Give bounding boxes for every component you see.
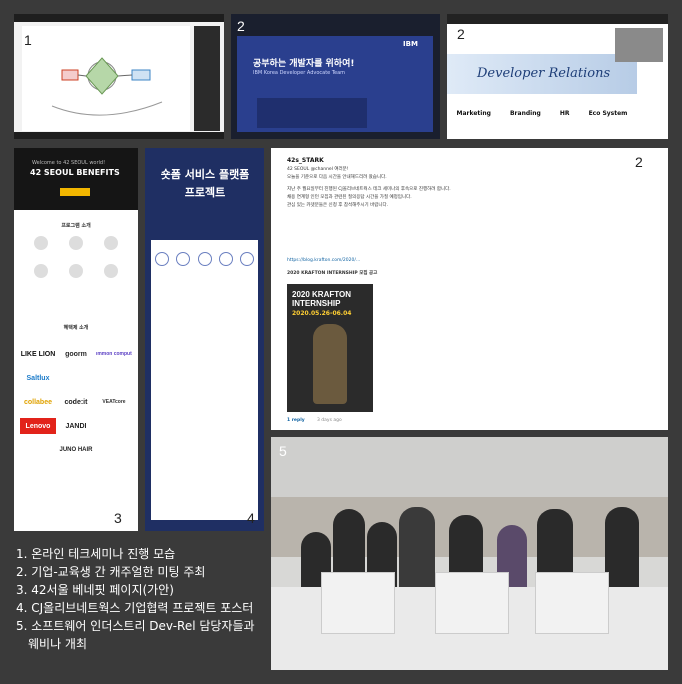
logo-goorm: goorm: [65, 350, 87, 358]
message-link[interactable]: https://blog.krafton.com/2020/...: [287, 258, 360, 263]
caption-4: 4. CJ올리브네트웍스 기업협력 프로젝트 포스터: [16, 601, 254, 615]
diagram-graphic: [51, 57, 163, 116]
panel-number: 1: [24, 32, 32, 48]
sponsor-heading: 혜택제 소개: [63, 325, 89, 331]
program-icon: [68, 236, 83, 250]
process-step-icon: [155, 252, 169, 266]
slide-subtitle: IBM Korea Developer Advocate Team: [253, 70, 346, 76]
slack-message: 42s_STARK 42 SEOUL @channel 여러분! 오늘을 기준으…: [271, 148, 668, 430]
tag-hr: HR: [559, 110, 570, 117]
poster-figure: [313, 324, 347, 404]
panel-number: 2: [237, 18, 245, 34]
monitor: [435, 572, 509, 634]
program-icon: [34, 264, 49, 278]
program-icon: [103, 264, 118, 278]
program-icon: [34, 236, 49, 250]
process-flow: [155, 252, 254, 266]
program-icon: [103, 236, 118, 250]
krafton-poster-image[interactable]: 2020 KRAFTON INTERNSHIP 2020.05.26-06.04: [287, 284, 373, 412]
logo-codeit: code:it: [64, 398, 88, 406]
message-author: 42s_STARK: [287, 157, 324, 164]
header-button: [60, 188, 90, 196]
slide-title: Developer Relations: [477, 66, 611, 81]
tag-branding: Branding: [509, 110, 541, 117]
panel-number: 5: [279, 443, 287, 459]
screenshot-ibm-meeting: 공부하는 개발자를 위하여! IBM Korea Developer Advoc…: [231, 14, 440, 139]
welcome-text: Welcome to 42 SEOUL world!: [32, 160, 106, 166]
benefits-title: 42 SEOUL BENEFITS: [30, 168, 120, 177]
screenshot-online-seminar: 1: [14, 14, 224, 139]
window-titlebar: [447, 14, 668, 24]
screenshot-devrel-meeting: Developer Relations Marketing Branding H…: [447, 14, 668, 139]
panel-number: 4: [247, 510, 255, 526]
meeting-toolbar: [14, 132, 224, 139]
reply-time: 3 days ago: [317, 418, 342, 423]
message-line: 관심 있는 카뎃분들은 신청 후 참석해주시기 바랍니다.: [287, 203, 389, 208]
panel-number: 3: [114, 510, 122, 526]
logo-sponsor: [96, 442, 132, 458]
panel-number: 2: [457, 26, 465, 42]
logo-lenovo: Lenovo: [20, 418, 56, 434]
window-titlebar: [14, 14, 224, 22]
reply-link[interactable]: 1 reply: [287, 418, 305, 423]
monitor: [535, 572, 609, 634]
process-step-icon: [176, 252, 191, 266]
logo-sponsor: [96, 370, 132, 386]
caption-list: 1. 온라인 테크세미나 진행 모습 2. 기업-교육생 간 캐주얼한 미팅 주…: [16, 545, 266, 653]
logo-saltlux: Saltlux: [26, 374, 50, 382]
caption-3: 3. 42서울 베네핏 페이지(가안): [16, 583, 174, 597]
person: [605, 507, 639, 591]
slide-title: 공부하는 개발자를 위하여!: [253, 59, 355, 69]
poster-title-line1: 숏폼 서비스 플랫폼: [160, 168, 250, 181]
poster-body: [151, 240, 258, 520]
program-icons: [24, 236, 128, 278]
poster-title-line1: 2020 KRAFTON: [292, 290, 351, 299]
poster-dates: 2020.05.26-06.04: [292, 310, 352, 317]
tag-marketing: Marketing: [456, 110, 491, 117]
logo-common-computer: common computer: [96, 351, 132, 357]
process-step-icon: [197, 252, 212, 266]
presenter-video: [615, 28, 663, 62]
program-heading: 프로그램 소개: [61, 223, 91, 229]
logo-sponsor: [20, 442, 56, 458]
logo-collabee: collabee: [23, 398, 52, 406]
message-line: 채용 연계형 인턴 모집과 관련된 질의응답 시간을 가질 예정입니다.: [287, 195, 412, 200]
message-line: 오늘을 기준으로 다음 시간을 안내해드리려 왔습니다.: [287, 175, 387, 180]
participant-sidebar: [194, 26, 220, 131]
sponsor-logos: LIKE LION goorm common computer Saltlux …: [20, 346, 132, 458]
person: [399, 507, 435, 591]
benefits-page: Welcome to 42 SEOUL world! 42 SEOUL BENE…: [14, 148, 138, 531]
caption-5: 5. 소프트웨어 인더스트리 Dev-Rel 담당자들과: [16, 619, 255, 633]
program-icon: [68, 264, 83, 278]
process-step-icon: [240, 252, 254, 266]
caption-2: 2. 기업-교육생 간 캐주얼한 미팅 주최: [16, 565, 206, 579]
group-photo: 5: [271, 437, 668, 670]
poster-title-line2: 프로젝트: [184, 186, 226, 199]
logo-veatcore: VEATcore: [102, 399, 126, 405]
message-line: 2020 KRAFTON INTERNSHIP 모집 공고: [287, 271, 378, 276]
message-line: 42 SEOUL @channel 여러분!: [287, 167, 349, 172]
logo-likelion: LIKE LION: [20, 350, 56, 358]
slide-agenda-box: [257, 98, 367, 128]
logo-jandi: JANDI: [65, 422, 87, 430]
process-step-icon: [218, 252, 233, 266]
poster-title-line2: INTERNSHIP: [292, 299, 341, 308]
logo-sponsor: [96, 418, 132, 434]
tag-eco-system: Eco System: [588, 110, 628, 117]
project-poster: 숏폼 서비스 플랫폼 프로젝트 4: [145, 148, 264, 531]
ceiling: [271, 437, 668, 497]
message-line: 지난 주 월요일부터 진행된 CJ올리브네트웍스 테크 세미나의 후속으로 진행…: [287, 187, 451, 192]
monitor: [321, 572, 395, 634]
shared-diagram-canvas: [22, 26, 190, 131]
panel-number: 2: [635, 154, 643, 170]
caption-5-cont: 웨비나 개최: [28, 637, 88, 651]
benefits-header: [14, 148, 138, 210]
caption-1: 1. 온라인 테크세미나 진행 모습: [16, 547, 176, 561]
devrel-tags: Marketing Branding HR Eco System: [447, 110, 637, 117]
logo-juno-hair: JUNO HAIR: [59, 447, 93, 453]
logo-sponsor: [58, 370, 94, 386]
ibm-logo: IBM: [403, 40, 418, 48]
